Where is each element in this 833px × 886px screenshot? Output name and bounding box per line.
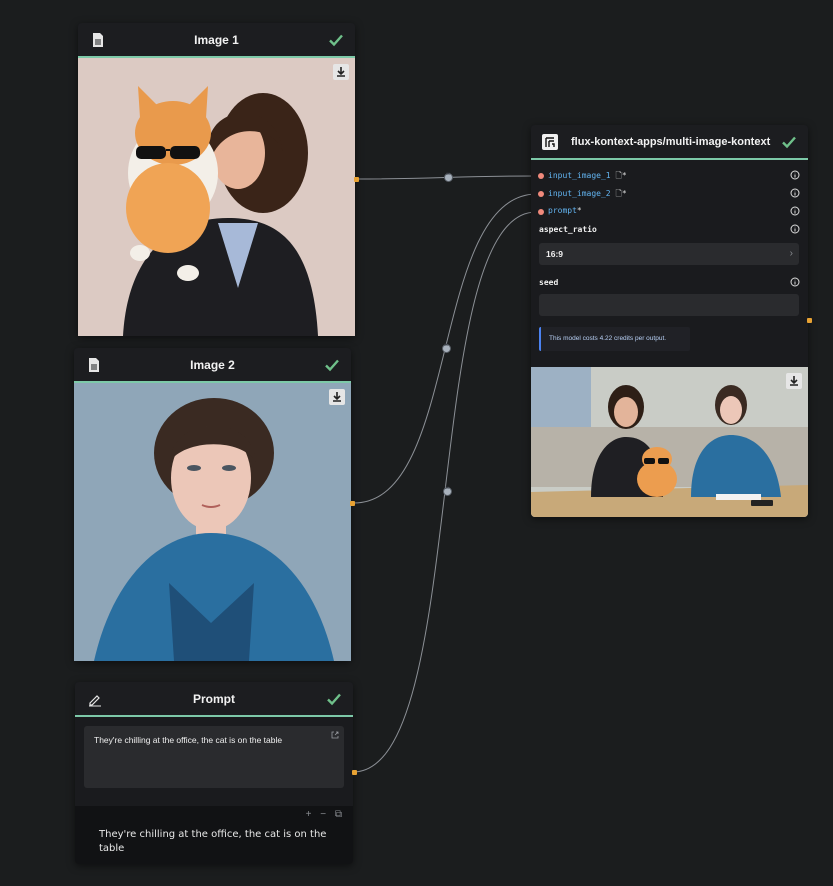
- input-port-dot[interactable]: [538, 173, 544, 179]
- expand-icon[interactable]: [331, 731, 339, 739]
- input-image-2-row[interactable]: input_image_2 🗋*: [531, 187, 808, 201]
- prompt-input-row[interactable]: prompt*: [531, 205, 808, 219]
- input-port-dot[interactable]: [538, 209, 544, 215]
- image1-preview: [78, 58, 355, 336]
- image2-output-port[interactable]: [350, 501, 355, 506]
- image2-node[interactable]: Image 2: [74, 348, 355, 661]
- image1-node[interactable]: Image 1: [78, 23, 359, 336]
- woman-with-cat-image: [78, 58, 355, 336]
- flux-output-preview: [531, 367, 808, 517]
- node-title: Prompt: [193, 691, 235, 706]
- required-marker: *: [576, 206, 582, 215]
- seed-input[interactable]: [539, 294, 799, 316]
- document-icon: [93, 33, 103, 47]
- prompt-input-value: They're chilling at the office, the cat …: [94, 735, 283, 745]
- image2-header[interactable]: Image 2: [74, 348, 351, 383]
- info-icon[interactable]: [790, 224, 800, 234]
- office-output-image: [531, 367, 808, 517]
- document-icon: [89, 358, 99, 372]
- input-image-1-row[interactable]: input_image_1 🗋*: [531, 169, 808, 183]
- wire-midpoint-1[interactable]: [444, 171, 453, 182]
- image1-output-port[interactable]: [354, 177, 359, 182]
- image1-header[interactable]: Image 1: [78, 23, 355, 58]
- aspect-ratio-select[interactable]: 16:9 ›: [539, 243, 799, 265]
- input-label: input_image_1: [548, 171, 611, 180]
- flux-output-port[interactable]: [807, 318, 812, 323]
- image2-preview: [74, 383, 351, 661]
- model-logo-icon: [542, 134, 558, 150]
- node-title: flux-kontext-apps/multi-image-kontext: [571, 135, 771, 148]
- pencil-icon: [89, 695, 101, 707]
- wire-midpoint-3[interactable]: [443, 485, 452, 496]
- chevron-right-icon: ›: [789, 248, 793, 259]
- check-icon: [327, 693, 341, 706]
- file-icon: 🗋*: [615, 189, 627, 198]
- aspect-ratio-value: 16:9: [546, 249, 564, 259]
- prompt-output-panel: + − ⧉ They're chilling at the office, th…: [75, 806, 353, 864]
- woman-in-blue-cloak-image: [74, 383, 351, 661]
- input-port-dot[interactable]: [538, 191, 544, 197]
- prompt-output-port[interactable]: [352, 770, 357, 775]
- prompt-output-text: They're chilling at the office, the cat …: [99, 829, 327, 854]
- file-icon: 🗋*: [615, 171, 627, 180]
- node-title: Image 1: [194, 32, 239, 47]
- info-icon[interactable]: [790, 277, 800, 287]
- node-title: Image 2: [190, 357, 235, 372]
- download-icon[interactable]: [786, 373, 802, 389]
- check-icon: [325, 359, 339, 372]
- cost-note-text: This model costs 4.22 credits per output…: [549, 335, 667, 342]
- flux-header[interactable]: flux-kontext-apps/multi-image-kontext: [531, 125, 808, 160]
- info-icon[interactable]: [790, 170, 800, 180]
- aspect-ratio-label: aspect_ratio: [539, 225, 597, 234]
- seed-label: seed: [539, 278, 559, 287]
- info-icon[interactable]: [790, 188, 800, 198]
- cost-note: This model costs 4.22 credits per output…: [539, 327, 690, 351]
- download-icon[interactable]: [333, 64, 349, 80]
- wire-midpoint-2[interactable]: [442, 342, 451, 353]
- flux-model-node[interactable]: flux-kontext-apps/multi-image-kontext in…: [531, 125, 812, 517]
- prompt-header[interactable]: Prompt: [75, 682, 353, 717]
- info-icon[interactable]: [790, 206, 800, 216]
- output-controls[interactable]: + − ⧉: [306, 809, 345, 820]
- input-label: input_image_2: [548, 189, 611, 198]
- check-icon: [782, 136, 796, 149]
- input-label: prompt: [548, 206, 577, 215]
- download-icon[interactable]: [329, 389, 345, 405]
- prompt-input[interactable]: They're chilling at the office, the cat …: [84, 726, 344, 788]
- prompt-node[interactable]: Prompt They're chilling at the office, t…: [75, 682, 357, 864]
- check-icon: [329, 34, 343, 47]
